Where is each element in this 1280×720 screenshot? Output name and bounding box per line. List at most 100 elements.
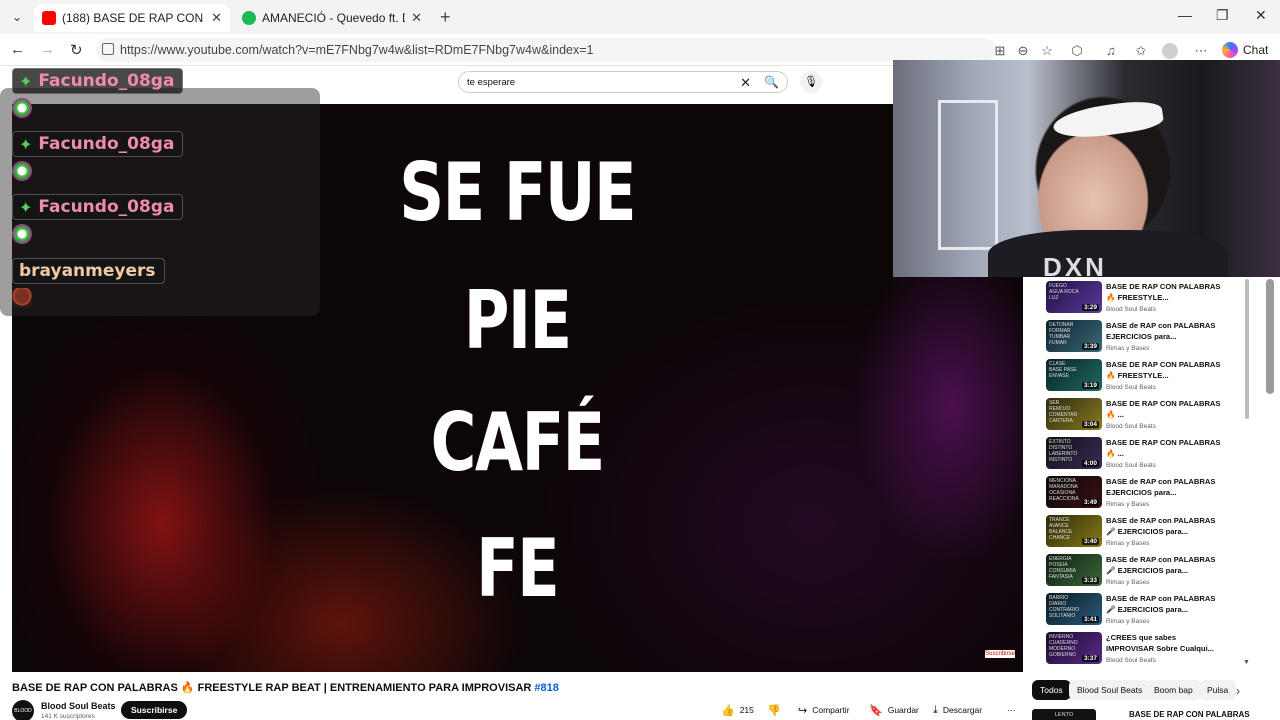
video-title-text: BASE DE RAP CON PALABRAS 🔥 FREESTYLE RAP… <box>12 682 535 694</box>
list-item[interactable]: MENCIONA MARADONA OCASIONA REACCIONA 3:4… <box>1046 476 1246 512</box>
search-input[interactable]: te esperare ✕ 🔍 <box>458 71 788 93</box>
list-item[interactable]: LENTO BASE DE RAP CON PALABRAS <box>1032 709 1252 720</box>
video-thumbnail[interactable]: SER REMOJO COMENTAR CARTERA 3:04 <box>1046 398 1102 430</box>
back-arrow-icon[interactable]: ← <box>10 41 25 58</box>
site-info-icon[interactable] <box>102 43 114 55</box>
video-title[interactable]: BASE de RAP con PALABRAS EJERCICIOS para… <box>1106 321 1226 342</box>
search-icon[interactable]: 🔍 <box>764 75 779 89</box>
favorite-star-icon[interactable]: ☆ <box>1039 43 1055 59</box>
video-title[interactable]: BASE DE RAP CON PALABRAS 🔥 ... <box>1106 438 1226 459</box>
minimize-icon[interactable]: — <box>1178 7 1192 23</box>
video-title[interactable]: BASE DE RAP CON PALABRAS 🔥 FREESTYLE... <box>1106 360 1226 381</box>
list-item[interactable]: CLASE BASE PASE ENVASE 3:19 BASE DE RAP … <box>1046 359 1246 395</box>
channel-name[interactable]: Rimas y Bases <box>1106 345 1149 352</box>
zoom-icon[interactable]: ⊖ <box>1015 43 1031 59</box>
video-title[interactable]: BASE DE RAP CON PALABRAS 🔥 FREESTYLE... <box>1106 282 1226 303</box>
youtube-favicon-icon <box>42 11 56 25</box>
media-control-icon[interactable]: ♫ <box>1103 43 1119 59</box>
video-thumbnail[interactable]: FUEGO AGUA ROCA LUZ 3:29 <box>1046 281 1102 313</box>
refresh-icon[interactable]: ↻ <box>70 41 83 59</box>
list-item[interactable]: TRANCE AVANCE BALANCE CHANCE 3:40 BASE d… <box>1046 515 1246 551</box>
channel-name[interactable]: Rimas y Bases <box>1106 501 1149 508</box>
recommendations-scrollbar[interactable]: ▼ <box>1243 279 1250 669</box>
thumbnail-text: MENCIONA MARADONA OCASIONA REACCIONA <box>1049 478 1079 502</box>
thumbs-up-icon: 👍 <box>721 704 735 717</box>
channel-name[interactable]: Blood Soul Beats <box>1106 462 1156 469</box>
chip-todos[interactable]: Todos <box>1032 680 1071 700</box>
list-item[interactable]: DETONAR FORMAR TUMBAR FUMAR 3:39 BASE de… <box>1046 320 1246 356</box>
clear-search-icon[interactable]: ✕ <box>740 75 751 91</box>
video-title[interactable]: BASE DE RAP CON PALABRAS 🔥 ... <box>1106 399 1226 420</box>
extensions-icon[interactable]: ⬡ <box>1069 43 1085 59</box>
share-button[interactable]: ↪ Compartir <box>798 701 850 719</box>
chip-pulsa[interactable]: Pulsa <box>1199 680 1237 700</box>
list-item[interactable]: ENERGIA POSEIA CONSUMIA FANTASIA 3:33 BA… <box>1046 554 1246 590</box>
channel-avatar[interactable]: BLOOD SOUL BEATS <box>12 700 34 720</box>
video-title[interactable]: BASE DE RAP CON PALABRAS <box>1129 710 1250 719</box>
more-options-icon[interactable]: ⋯ <box>1193 43 1209 59</box>
channel-name[interactable]: Blood Soul Beats <box>41 701 116 711</box>
channel-name[interactable]: Blood Soul Beats <box>1106 384 1156 391</box>
like-button[interactable]: 👍 215 <box>721 701 754 719</box>
username-text: Facundo_08ga <box>38 134 175 154</box>
channel-name[interactable]: Rimas y Bases <box>1106 540 1149 547</box>
chip-boom-bap[interactable]: Boom bap <box>1146 680 1201 700</box>
channel-name[interactable]: Blood Soul Beats <box>1106 657 1156 664</box>
copilot-chat-button[interactable]: Chat <box>1222 42 1268 58</box>
new-tab-plus-icon[interactable]: + <box>440 7 451 28</box>
maximize-icon[interactable]: ❐ <box>1216 7 1229 24</box>
more-actions-icon[interactable]: ⋯ <box>1007 701 1016 719</box>
save-button[interactable]: 🔖 Guardar <box>869 701 919 719</box>
video-thumbnail[interactable]: ENERGIA POSEIA CONSUMIA FANTASIA 3:33 <box>1046 554 1102 586</box>
channel-name[interactable]: Rimas y Bases <box>1106 618 1149 625</box>
chip-channel[interactable]: Blood Soul Beats <box>1069 680 1151 700</box>
avatar <box>12 288 32 308</box>
subscribe-watermark[interactable]: Suscribirse <box>985 650 1015 658</box>
duration-badge: 3:40 <box>1081 538 1099 545</box>
chevron-right-icon[interactable]: › <box>1236 684 1240 698</box>
list-item[interactable]: SER REMOJO COMENTAR CARTERA 3:04 BASE DE… <box>1046 398 1246 434</box>
forward-arrow-icon[interactable]: → <box>40 41 55 58</box>
profile-avatar[interactable] <box>1162 43 1178 59</box>
copilot-icon <box>1222 42 1238 58</box>
list-item[interactable]: EXTINTO DISTINTO LABERINTO INSTINTO 4:00… <box>1046 437 1246 473</box>
video-thumbnail[interactable]: LENTO <box>1032 709 1096 720</box>
scrollbar-thumb[interactable] <box>1245 279 1249 419</box>
filter-chips: Todos Blood Soul Beats Boom bap Pulsa <box>1032 680 1252 700</box>
video-thumbnail[interactable]: MENCIONA MARADONA OCASIONA REACCIONA 3:4… <box>1046 476 1102 508</box>
close-icon[interactable]: ✕ <box>211 10 222 26</box>
tab-spotify[interactable]: AMANECIÓ - Quevedo ft. De La Rose ✕ <box>234 4 430 32</box>
favorites-icon[interactable]: ✩ <box>1133 43 1149 59</box>
window-close-icon[interactable]: ✕ <box>1255 7 1267 24</box>
scroll-down-arrow-icon[interactable]: ▼ <box>1243 659 1250 666</box>
video-title[interactable]: BASE de RAP con PALABRAS 🎤 EJERCICIOS pa… <box>1106 516 1226 537</box>
channel-name[interactable]: Blood Soul Beats <box>1106 306 1156 313</box>
voice-search-mic-icon[interactable]: 🎙 <box>800 71 822 93</box>
channel-name[interactable]: Rimas y Bases <box>1106 579 1149 586</box>
video-thumbnail[interactable]: CLASE BASE PASE ENVASE 3:19 <box>1046 359 1102 391</box>
page-scrollbar[interactable] <box>1266 279 1274 394</box>
video-title[interactable]: BASE de RAP con PALABRAS EJERCICIOS para… <box>1106 477 1226 498</box>
video-thumbnail[interactable]: INVIERNO CUADERNO MODERNO GOBIERNO 3:37 <box>1046 632 1102 664</box>
list-item[interactable]: INVIERNO CUADERNO MODERNO GOBIERNO 3:37 … <box>1046 632 1246 667</box>
video-title[interactable]: ¿CREES que sabes IMPROVISAR Sobre Cualqu… <box>1106 633 1226 654</box>
download-button[interactable]: ⤓ Descargar <box>933 701 982 719</box>
list-item[interactable]: FUEGO AGUA ROCA LUZ 3:29 BASE DE RAP CON… <box>1046 281 1246 317</box>
subscribe-button[interactable]: Suscribirse <box>121 701 188 719</box>
video-thumbnail[interactable]: TRANCE AVANCE BALANCE CHANCE 3:40 <box>1046 515 1102 547</box>
video-title[interactable]: BASE de RAP con PALABRAS 🎤 EJERCICIOS pa… <box>1106 555 1226 576</box>
close-icon[interactable]: ✕ <box>411 10 422 26</box>
tab-youtube[interactable]: (188) BASE DE RAP CON PALABRAS ✕ <box>34 4 230 32</box>
apps-icon[interactable]: ⊞ <box>992 43 1008 59</box>
tab-actions-chevron-icon[interactable]: ⌄ <box>6 6 28 28</box>
address-bar[interactable]: https://www.youtube.com/watch?v=mE7FNbg7… <box>96 38 996 62</box>
dislike-button[interactable]: 👎 <box>767 701 786 719</box>
list-item[interactable]: BARRIO DIARIO CONTRARIO SOLITARIO 3:41 B… <box>1046 593 1246 629</box>
duration-badge: 3:04 <box>1081 421 1099 428</box>
channel-name[interactable]: Blood Soul Beats <box>1106 423 1156 430</box>
video-thumbnail[interactable]: DETONAR FORMAR TUMBAR FUMAR 3:39 <box>1046 320 1102 352</box>
hashtag-link[interactable]: #818 <box>534 682 558 694</box>
video-thumbnail[interactable]: BARRIO DIARIO CONTRARIO SOLITARIO 3:41 <box>1046 593 1102 625</box>
video-thumbnail[interactable]: EXTINTO DISTINTO LABERINTO INSTINTO 4:00 <box>1046 437 1102 469</box>
video-title[interactable]: BASE de RAP con PALABRAS 🎤 EJERCICIOS pa… <box>1106 594 1226 615</box>
